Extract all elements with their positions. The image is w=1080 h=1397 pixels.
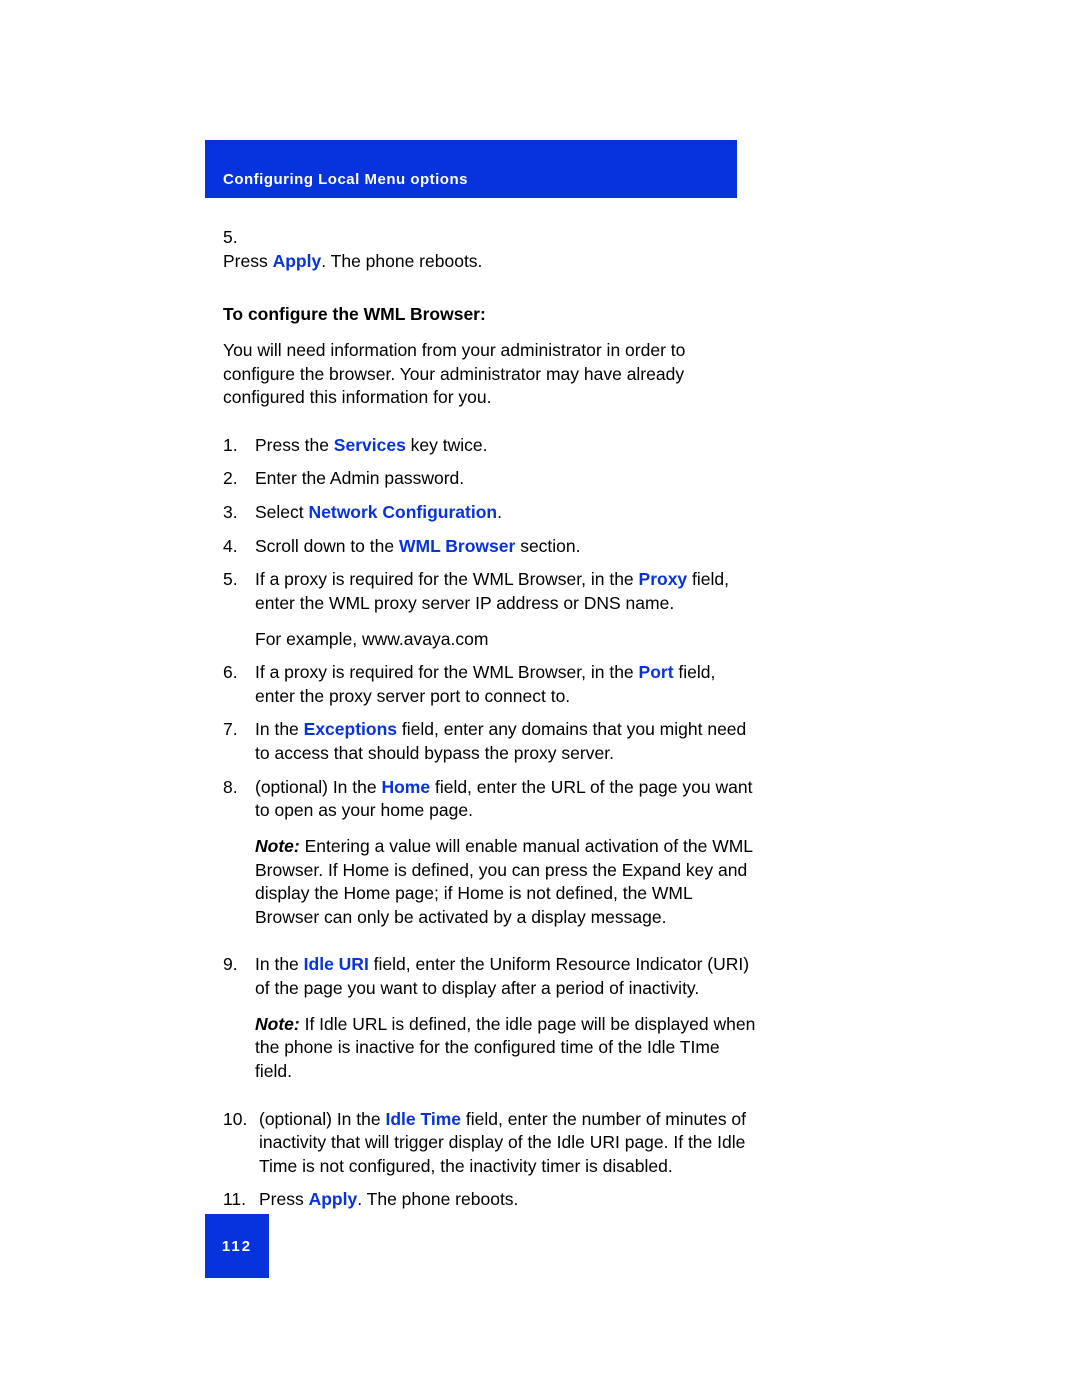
intro-paragraph: You will need information from your admi… xyxy=(223,339,760,410)
list-number: 1. xyxy=(223,434,255,458)
list-body: In the Idle URI field, enter the Uniform… xyxy=(255,953,760,1083)
list-item: 5. If a proxy is required for the WML Br… xyxy=(223,568,760,651)
list-item: 4. Scroll down to the WML Browser sectio… xyxy=(223,535,760,559)
list-number: 8. xyxy=(223,776,255,930)
list-body: Press the Services key twice. xyxy=(255,434,760,458)
list-item: 3. Select Network Configuration. xyxy=(223,501,760,525)
content-area: 5.Press Apply. The phone reboots. To con… xyxy=(205,198,760,1212)
emph-proxy: Proxy xyxy=(639,569,688,589)
emph-idle-time: Idle Time xyxy=(385,1109,461,1129)
section-header-text: Configuring Local Menu options xyxy=(223,171,468,188)
list-number: 9. xyxy=(223,953,255,1083)
note-label: Note: xyxy=(255,1014,300,1034)
list-body: Press Apply. The phone reboots. xyxy=(259,1188,760,1212)
emph-wml-browser: WML Browser xyxy=(399,536,515,556)
section-header-bar: Configuring Local Menu options xyxy=(205,140,737,198)
step-5-resume: 5.Press Apply. The phone reboots. xyxy=(223,226,760,273)
note-paragraph: Note: Entering a value will enable manua… xyxy=(255,835,760,930)
list-item: 9. In the Idle URI field, enter the Unif… xyxy=(223,953,760,1083)
subsection-title: To configure the WML Browser: xyxy=(223,303,760,327)
emph-idle-uri: Idle URI xyxy=(304,954,369,974)
list-body: If a proxy is required for the WML Brows… xyxy=(255,661,760,708)
list-body: If a proxy is required for the WML Brows… xyxy=(255,568,760,651)
note-paragraph: Note: If Idle URL is defined, the idle p… xyxy=(255,1013,760,1084)
spacer xyxy=(223,1094,760,1108)
emph-services: Services xyxy=(334,435,406,455)
list-item: 7. In the Exceptions field, enter any do… xyxy=(223,718,760,765)
list-number: 7. xyxy=(223,718,255,765)
emph-apply: Apply xyxy=(309,1189,358,1209)
list-number: 11. xyxy=(223,1188,259,1212)
list-body: Enter the Admin password. xyxy=(255,467,760,491)
emph-home: Home xyxy=(381,777,430,797)
list-number: 5. xyxy=(223,568,255,651)
example-text: For example, www.avaya.com xyxy=(255,628,760,652)
list-item: 6. If a proxy is required for the WML Br… xyxy=(223,661,760,708)
list-number: 3. xyxy=(223,501,255,525)
document-page: Configuring Local Menu options 5.Press A… xyxy=(205,140,925,1222)
list-number: 6. xyxy=(223,661,255,708)
list-number: 4. xyxy=(223,535,255,559)
step-number: 5. xyxy=(223,226,253,250)
list-item: 8. (optional) In the Home field, enter t… xyxy=(223,776,760,930)
list-item: 1. Press the Services key twice. xyxy=(223,434,760,458)
list-body: (optional) In the Idle Time field, enter… xyxy=(259,1108,760,1179)
emph-exceptions: Exceptions xyxy=(304,719,397,739)
list-number: 10. xyxy=(223,1108,259,1179)
list-item: 10. (optional) In the Idle Time field, e… xyxy=(223,1108,760,1179)
list-body: (optional) In the Home field, enter the … xyxy=(255,776,760,930)
spacer xyxy=(223,939,760,953)
page-number-box: 112 xyxy=(205,1214,269,1278)
ordered-list: 1. Press the Services key twice. 2. Ente… xyxy=(223,434,760,1212)
page-number: 112 xyxy=(222,1238,252,1255)
list-body: Scroll down to the WML Browser section. xyxy=(255,535,760,559)
note-label: Note: xyxy=(255,836,300,856)
list-body: In the Exceptions field, enter any domai… xyxy=(255,718,760,765)
emph-port: Port xyxy=(639,662,674,682)
emph-network-configuration: Network Configuration xyxy=(309,502,498,522)
emph-apply: Apply xyxy=(273,251,322,271)
list-number: 2. xyxy=(223,467,255,491)
list-item: 11. Press Apply. The phone reboots. xyxy=(223,1188,760,1212)
list-body: Select Network Configuration. xyxy=(255,501,760,525)
step-text: Press Apply. The phone reboots. xyxy=(223,250,733,274)
list-item: 2. Enter the Admin password. xyxy=(223,467,760,491)
